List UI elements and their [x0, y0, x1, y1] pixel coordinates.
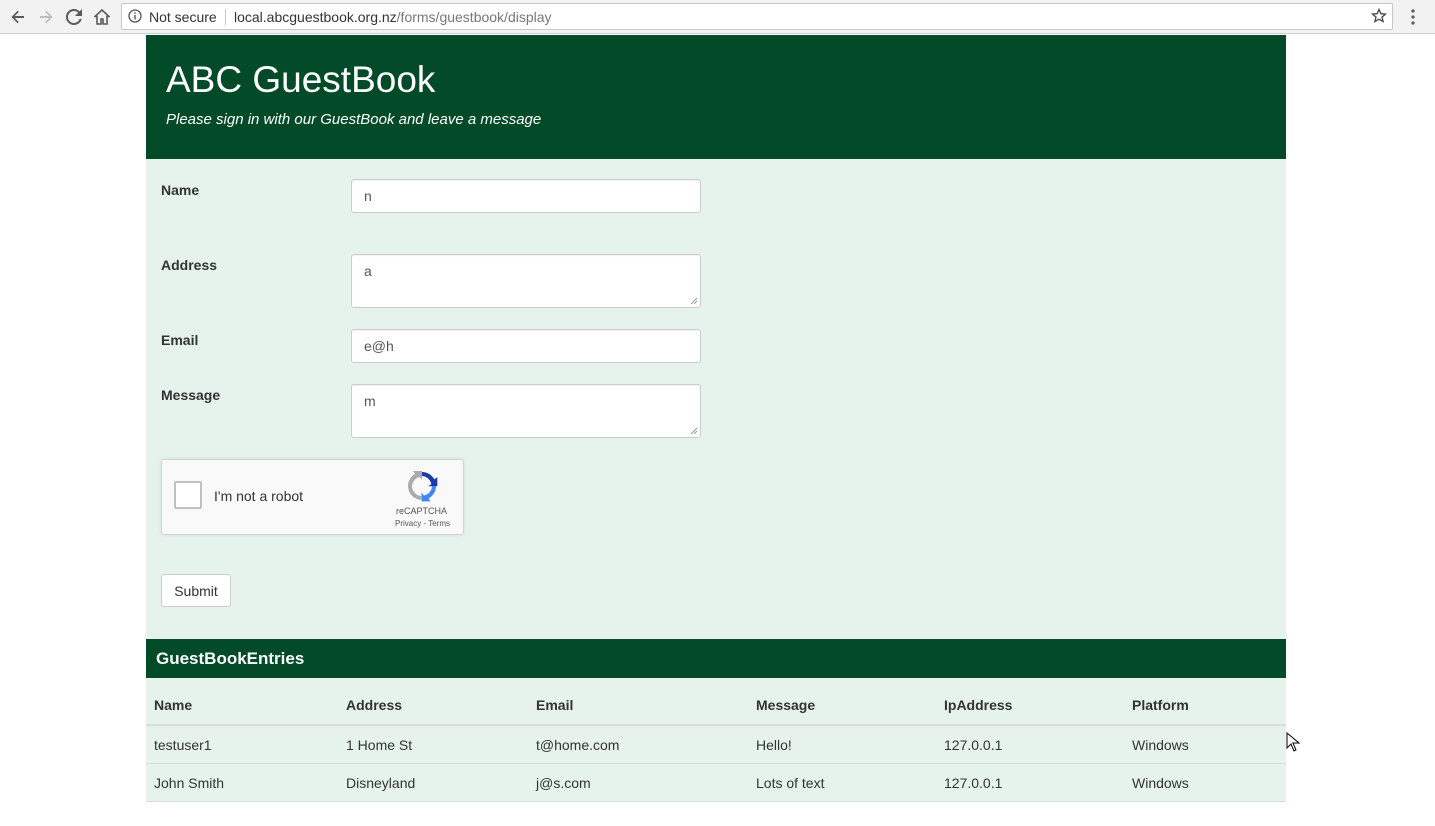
- recaptcha-terms-link[interactable]: Terms: [428, 519, 450, 528]
- column-header-platform: Platform: [1124, 678, 1286, 726]
- message-field[interactable]: m: [351, 384, 701, 438]
- email-field-value: e@h: [364, 338, 394, 354]
- cell-name: testuser1: [146, 725, 338, 764]
- recaptcha-label: I'm not a robot: [214, 488, 304, 504]
- column-header-ipaddress: IpAddress: [936, 678, 1124, 726]
- cell-email: j@s.com: [528, 763, 748, 802]
- message-field-value: m: [364, 393, 376, 409]
- cell-platform: Windows: [1124, 725, 1286, 764]
- name-label: Name: [161, 182, 200, 198]
- recaptcha-checkbox[interactable]: [174, 481, 202, 509]
- home-icon[interactable]: [91, 6, 113, 28]
- column-header-address: Address: [338, 678, 528, 726]
- browser-menu-icon[interactable]: [1404, 6, 1422, 28]
- cell-message: Lots of text: [748, 763, 936, 802]
- recaptcha-brand: reCAPTCHA: [396, 506, 448, 516]
- cell-platform: Windows: [1124, 763, 1286, 802]
- page-subtitle: Please sign in with our GuestBook and le…: [166, 111, 542, 128]
- message-label: Message: [161, 387, 221, 403]
- address-field[interactable]: a: [351, 254, 701, 308]
- column-header-email: Email: [528, 678, 748, 726]
- guestbook-form: Name n Address a Email e@h Message m I'm…: [146, 159, 1286, 639]
- mouse-cursor-icon: [1286, 732, 1300, 752]
- entries-title: GuestBookEntries: [156, 649, 305, 668]
- name-field[interactable]: n: [351, 179, 701, 213]
- resize-grip-icon[interactable]: [690, 297, 698, 305]
- cell-message: Hello!: [748, 725, 936, 764]
- address-field-value: a: [364, 263, 372, 279]
- url-text[interactable]: local.abcguestbook.org.nz/forms/guestboo…: [234, 9, 552, 25]
- address-bar[interactable]: Not secure local.abcguestbook.org.nz/for…: [121, 3, 1393, 30]
- browser-toolbar: Not secure local.abcguestbook.org.nz/for…: [0, 0, 1435, 34]
- recaptcha-logo-icon: [408, 471, 438, 502]
- site-header: ABC GuestBook Please sign in with our Gu…: [146, 35, 1286, 159]
- entries-header: GuestBookEntries: [146, 639, 1286, 678]
- email-field[interactable]: e@h: [351, 329, 701, 363]
- cell-address: 1 Home St: [338, 725, 528, 764]
- security-label: Not secure: [149, 9, 217, 25]
- info-icon[interactable]: [128, 9, 142, 23]
- forward-icon[interactable]: [35, 6, 57, 28]
- address-label: Address: [161, 257, 218, 273]
- name-field-value: n: [364, 188, 372, 204]
- bookmark-star-icon[interactable]: [1371, 8, 1387, 24]
- email-label: Email: [161, 332, 199, 348]
- cell-ipaddress: 127.0.0.1: [936, 763, 1124, 802]
- page-title: ABC GuestBook: [166, 59, 436, 100]
- resize-grip-icon[interactable]: [690, 427, 698, 435]
- column-header-message: Message: [748, 678, 936, 726]
- cell-email: t@home.com: [528, 725, 748, 764]
- reload-icon[interactable]: [63, 6, 85, 28]
- back-icon[interactable]: [7, 6, 29, 28]
- recaptcha-privacy-link[interactable]: Privacy: [395, 519, 421, 528]
- table-row: John Smith Disneyland j@s.com Lots of te…: [146, 763, 1286, 802]
- column-header-name: Name: [146, 678, 338, 726]
- omnibox-divider: [225, 9, 226, 25]
- cell-address: Disneyland: [338, 763, 528, 802]
- recaptcha-links: Privacy - Terms: [395, 519, 450, 528]
- url-path: /forms/guestbook/display: [396, 9, 552, 25]
- cell-name: John Smith: [146, 763, 338, 802]
- page-container: ABC GuestBook Please sign in with our Gu…: [146, 35, 1286, 802]
- cell-ipaddress: 127.0.0.1: [936, 725, 1124, 764]
- recaptcha-widget: I'm not a robot reCAPTCHA Privacy - Term…: [161, 459, 464, 535]
- entries-table: Name Address Email Message IpAddress Pla…: [146, 678, 1286, 802]
- table-header-row: Name Address Email Message IpAddress Pla…: [146, 678, 1286, 726]
- submit-button[interactable]: Submit: [161, 574, 231, 607]
- table-row: testuser1 1 Home St t@home.com Hello! 12…: [146, 725, 1286, 764]
- url-host: local.abcguestbook.org.nz: [234, 9, 397, 25]
